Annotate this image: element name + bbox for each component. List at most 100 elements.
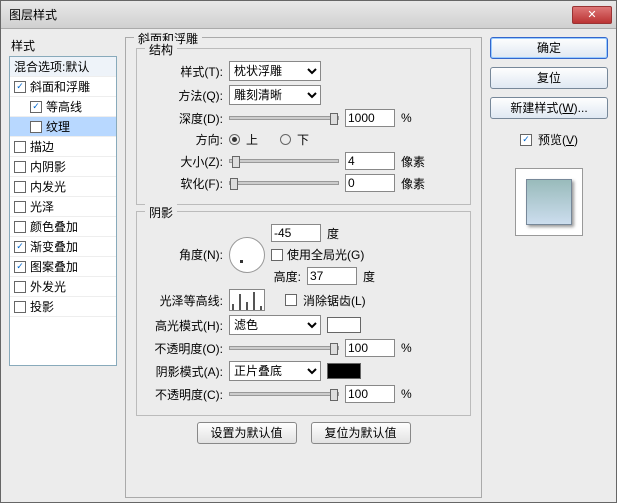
angle-dial[interactable]: [229, 237, 265, 273]
style-item-描边[interactable]: 描边: [10, 137, 116, 157]
shadow-mode-select[interactable]: 正片叠底: [229, 361, 321, 381]
style-item-颜色叠加[interactable]: 颜色叠加: [10, 217, 116, 237]
direction-up-label: 上: [246, 131, 258, 148]
style-item-内发光[interactable]: 内发光: [10, 177, 116, 197]
shadow-opacity-unit: %: [401, 387, 412, 401]
shadow-opacity-input[interactable]: [345, 385, 395, 403]
preview-checkbox[interactable]: ✓: [520, 134, 532, 146]
style-item-label: 纹理: [46, 118, 70, 135]
reset-default-button[interactable]: 复位为默认值: [311, 422, 411, 444]
titlebar[interactable]: 图层样式 ✕: [1, 1, 616, 29]
styles-label: 样式: [9, 37, 117, 54]
style-select[interactable]: 枕状浮雕: [229, 61, 321, 81]
style-item-图案叠加[interactable]: ✓ 图案叠加: [10, 257, 116, 277]
shadow-opacity-slider[interactable]: [229, 392, 339, 396]
default-buttons: 设置为默认值 复位为默认值: [136, 416, 471, 446]
style-checkbox[interactable]: [14, 201, 26, 213]
size-unit: 像素: [401, 153, 425, 170]
antialias-label: 消除锯齿(L): [303, 292, 366, 309]
layer-style-dialog: 图层样式 ✕ 样式 混合选项:默认 ✓斜面和浮雕✓等高线纹理描边内阴影内发光光泽…: [0, 0, 617, 503]
size-input[interactable]: [345, 152, 395, 170]
style-item-label: 等高线: [46, 98, 82, 115]
soften-unit: 像素: [401, 175, 425, 192]
soften-label: 软化(F):: [147, 175, 223, 192]
style-item-斜面和浮雕[interactable]: ✓斜面和浮雕: [10, 77, 116, 97]
altitude-unit: 度: [363, 268, 375, 285]
highlight-mode-select[interactable]: 滤色: [229, 315, 321, 335]
direction-down-label: 下: [297, 131, 309, 148]
direction-up-radio[interactable]: [229, 134, 240, 145]
style-checkbox[interactable]: [14, 301, 26, 313]
style-panel: 样式 混合选项:默认 ✓斜面和浮雕✓等高线纹理描边内阴影内发光光泽颜色叠加✓渐变…: [9, 37, 117, 498]
shading-legend: 阴影: [145, 204, 177, 221]
style-item-等高线[interactable]: ✓ 等高线: [10, 97, 116, 117]
style-checkbox[interactable]: [14, 141, 26, 153]
angle-unit: 度: [327, 225, 339, 242]
style-item-label: 图案叠加: [30, 258, 78, 275]
depth-slider[interactable]: [229, 116, 339, 120]
style-item-内阴影[interactable]: 内阴影: [10, 157, 116, 177]
dialog-body: 样式 混合选项:默认 ✓斜面和浮雕✓等高线纹理描边内阴影内发光光泽颜色叠加✓渐变…: [1, 29, 616, 502]
global-light-label: 使用全局光(G): [287, 246, 364, 263]
highlight-opacity-slider[interactable]: [229, 346, 339, 350]
size-label: 大小(Z):: [147, 153, 223, 170]
style-item-label: 颜色叠加: [30, 218, 78, 235]
method-label: 方法(Q):: [147, 87, 223, 104]
style-checkbox[interactable]: ✓: [30, 101, 42, 113]
angle-label: 角度(N):: [147, 246, 223, 263]
altitude-input[interactable]: [307, 267, 357, 285]
style-checkbox[interactable]: [14, 161, 26, 173]
shadow-color-swatch[interactable]: [327, 363, 361, 379]
gloss-contour-picker[interactable]: [229, 289, 265, 311]
style-item-label: 光泽: [30, 198, 54, 215]
style-checkbox[interactable]: ✓: [14, 261, 26, 273]
style-item-投影[interactable]: 投影: [10, 297, 116, 317]
highlight-mode-label: 高光模式(H):: [147, 317, 223, 334]
style-item-label: 外发光: [30, 278, 66, 295]
depth-unit: %: [401, 111, 412, 125]
new-style-button[interactable]: 新建样式(W)...: [490, 97, 608, 119]
ok-button[interactable]: 确定: [490, 37, 608, 59]
highlight-opacity-input[interactable]: [345, 339, 395, 357]
highlight-opacity-label: 不透明度(O):: [147, 340, 223, 357]
style-item-label: 渐变叠加: [30, 238, 78, 255]
action-panel: 确定 复位 新建样式(W)... ✓ 预览(V): [490, 37, 608, 498]
direction-down-radio[interactable]: [280, 134, 291, 145]
soften-slider[interactable]: [229, 181, 339, 185]
altitude-label: 高度:: [271, 268, 301, 285]
style-item-纹理[interactable]: 纹理: [10, 117, 116, 137]
style-checkbox[interactable]: [14, 221, 26, 233]
direction-label: 方向:: [147, 131, 223, 148]
antialias-checkbox[interactable]: [285, 294, 297, 306]
style-checkbox[interactable]: [30, 121, 42, 133]
make-default-button[interactable]: 设置为默认值: [197, 422, 297, 444]
preview-thumbnail: [515, 168, 583, 236]
window-title: 图层样式: [5, 6, 572, 23]
global-light-checkbox[interactable]: [271, 249, 283, 261]
blending-options-row[interactable]: 混合选项:默认: [10, 57, 116, 77]
highlight-color-swatch[interactable]: [327, 317, 361, 333]
style-checkbox[interactable]: ✓: [14, 241, 26, 253]
depth-input[interactable]: [345, 109, 395, 127]
style-item-label: 内发光: [30, 178, 66, 195]
style-item-外发光[interactable]: 外发光: [10, 277, 116, 297]
blending-label: 混合选项:默认: [14, 58, 89, 75]
settings-panel: 斜面和浮雕 结构 样式(T): 枕状浮雕 方法(Q): 雕刻清晰 深度(D):: [125, 37, 482, 498]
close-button[interactable]: ✕: [572, 6, 612, 24]
style-checkbox[interactable]: ✓: [14, 81, 26, 93]
size-slider[interactable]: [229, 159, 339, 163]
shadow-mode-label: 阴影模式(A):: [147, 363, 223, 380]
angle-input[interactable]: [271, 224, 321, 242]
gloss-label: 光泽等高线:: [147, 292, 223, 309]
method-select[interactable]: 雕刻清晰: [229, 85, 321, 105]
style-checkbox[interactable]: [14, 181, 26, 193]
style-checkbox[interactable]: [14, 281, 26, 293]
style-item-label: 描边: [30, 138, 54, 155]
shading-group: 阴影 角度(N): 度 使用全局光(G): [136, 211, 471, 416]
style-item-渐变叠加[interactable]: ✓ 渐变叠加: [10, 237, 116, 257]
style-item-光泽[interactable]: 光泽: [10, 197, 116, 217]
soften-input[interactable]: [345, 174, 395, 192]
shadow-opacity-label: 不透明度(C):: [147, 386, 223, 403]
bevel-group: 斜面和浮雕 结构 样式(T): 枕状浮雕 方法(Q): 雕刻清晰 深度(D):: [125, 37, 482, 498]
cancel-button[interactable]: 复位: [490, 67, 608, 89]
